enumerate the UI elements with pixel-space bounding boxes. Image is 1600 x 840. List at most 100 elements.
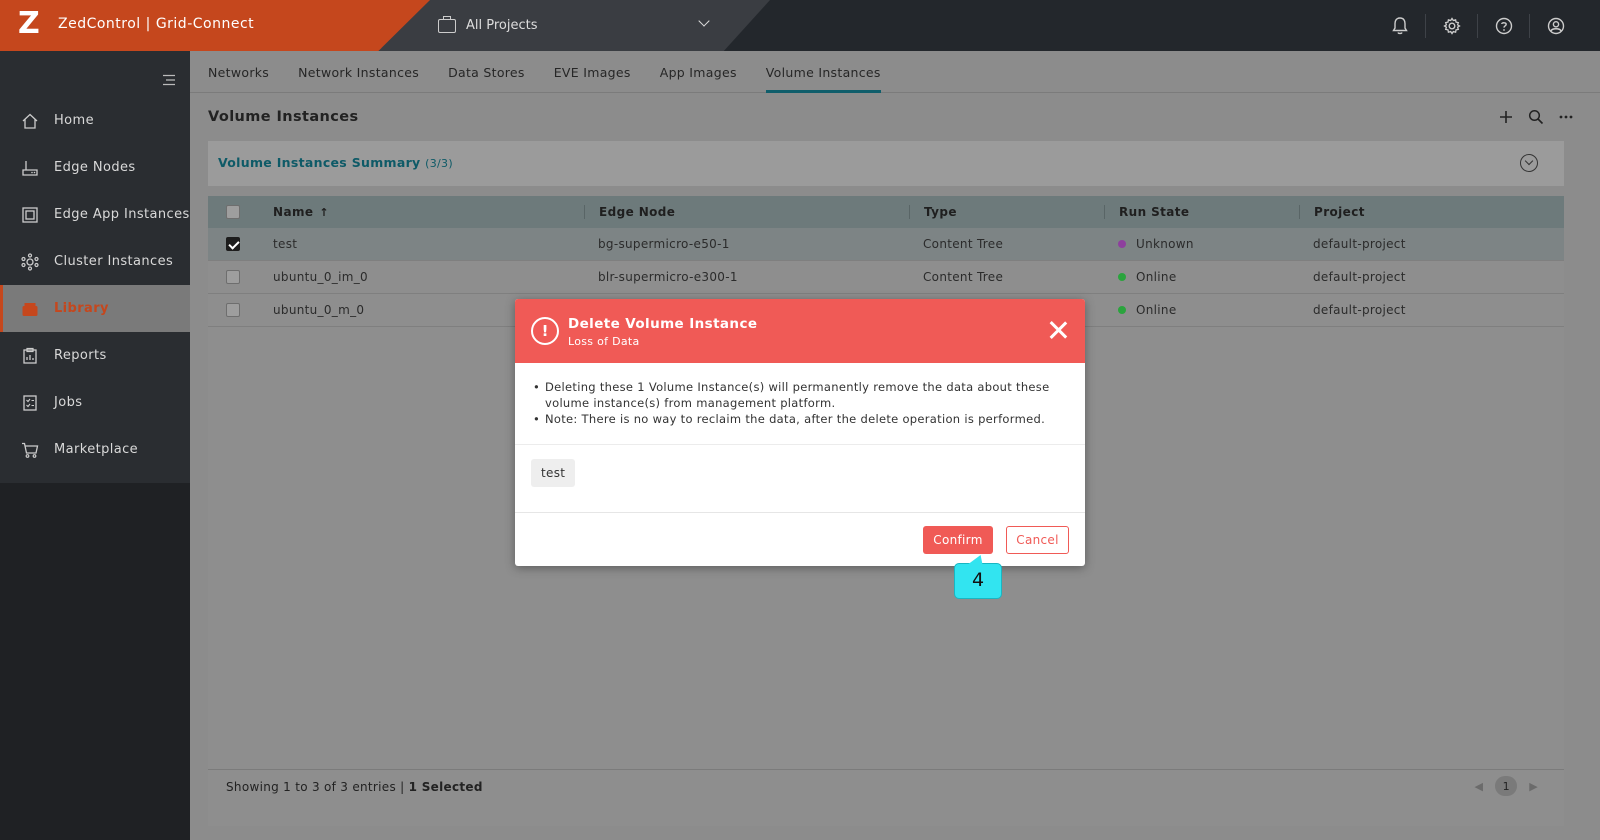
tab-eve-images[interactable]: EVE Images [554, 51, 631, 93]
warning-bullet: Deleting these 1 Volume Instance(s) will… [531, 379, 1069, 411]
column-run-state[interactable]: Run State [1104, 205, 1299, 219]
cell-edge-node: blr-supermicro-e300-1 [598, 270, 738, 284]
row-checkbox[interactable] [226, 270, 240, 284]
table-footer: Showing 1 to 3 of 3 entries | 1 Selected… [208, 769, 1564, 801]
cell-name[interactable]: test [260, 237, 584, 251]
sidebar-item-label: Edge Nodes [54, 160, 136, 175]
home-icon [20, 111, 40, 131]
app-title: ZedControl | Grid-Connect [58, 16, 255, 32]
cell-run-state: Online [1104, 270, 1299, 284]
cell-project: default-project [1313, 270, 1406, 284]
tab-volume-instances[interactable]: Volume Instances [765, 51, 881, 93]
search-icon[interactable] [1528, 109, 1544, 129]
sidebar-item-label: Jobs [54, 395, 83, 410]
sidebar-item-label: Cluster Instances [54, 254, 174, 269]
tab-app-images[interactable]: App Images [660, 51, 737, 93]
sort-ascending-icon[interactable]: ↑ [319, 206, 329, 219]
status-dot [1118, 306, 1126, 314]
pagination: ◀ 1 ▶ [1474, 776, 1538, 796]
cell-run-state: Unknown [1104, 237, 1299, 251]
table-row[interactable]: test bg-supermicro-e50-1 Content Tree Un… [208, 228, 1564, 261]
summary-title-text: Volume Instances Summary [218, 155, 421, 170]
cart-icon [20, 440, 40, 460]
run-state-label: Online [1136, 270, 1177, 284]
summary-bar[interactable]: Volume Instances Summary (3/3) [208, 141, 1564, 186]
sidebar-item-marketplace[interactable]: Marketplace [0, 426, 190, 473]
user-icon[interactable] [1530, 14, 1582, 38]
more-options-icon[interactable] [1558, 109, 1574, 129]
select-all-checkbox[interactable] [226, 205, 240, 219]
step-callout: 4 [954, 563, 1002, 599]
selected-count: 1 Selected [408, 780, 483, 794]
row-checkbox-cell [208, 303, 260, 317]
top-icons [1374, 14, 1582, 38]
bell-icon[interactable] [1374, 14, 1426, 38]
library-icon [20, 299, 40, 319]
briefcase-icon [438, 15, 456, 33]
dialog-subtitle: Loss of Data [568, 335, 640, 348]
sidebar-item-label: Home [54, 113, 94, 128]
close-icon[interactable] [1047, 319, 1069, 341]
sidebar-item-edge-nodes[interactable]: Edge Nodes [0, 144, 190, 191]
row-checkbox-cell [208, 237, 260, 251]
row-checkbox[interactable] [226, 303, 240, 317]
page-title: Volume Instances [208, 109, 359, 125]
tab-data-stores[interactable]: Data Stores [448, 51, 525, 93]
dialog-header: ! Delete Volume Instance Loss of Data [515, 299, 1085, 363]
sidebar-item-cluster-instances[interactable]: Cluster Instances [0, 238, 190, 285]
next-page-icon[interactable]: ▶ [1529, 780, 1538, 793]
expand-summary-icon[interactable] [1520, 154, 1538, 172]
delete-volume-instance-dialog: ! Delete Volume Instance Loss of Data De… [515, 299, 1085, 566]
summary-count: (3/3) [425, 157, 453, 170]
table-row[interactable]: ubuntu_0_im_0 blr-supermicro-e300-1 Cont… [208, 261, 1564, 294]
sidebar-item-jobs[interactable]: Jobs [0, 379, 190, 426]
prev-page-icon[interactable]: ◀ [1474, 780, 1483, 793]
cell-name[interactable]: ubuntu_0_im_0 [260, 270, 584, 284]
sidebar-item-edge-app-instances[interactable]: Edge App Instances [0, 191, 190, 238]
app-instance-icon [20, 205, 40, 225]
sidebar-item-library[interactable]: Library [0, 285, 190, 332]
cell-type: Content Tree [923, 270, 1004, 284]
column-type[interactable]: Type [909, 205, 1104, 219]
confirm-button[interactable]: Confirm [923, 526, 993, 554]
tab-networks[interactable]: Networks [208, 51, 269, 93]
help-icon[interactable] [1478, 14, 1530, 38]
cell-run-state: Online [1104, 303, 1299, 317]
tab-network-instances[interactable]: Network Instances [298, 51, 419, 93]
entries-summary: Showing 1 to 3 of 3 entries | 1 Selected [226, 780, 483, 794]
warning-bullet: Note: There is no way to reclaim the dat… [531, 411, 1069, 427]
edge-node-icon [20, 158, 40, 178]
gear-icon[interactable] [1426, 14, 1478, 38]
logo[interactable]: Z [18, 9, 42, 39]
sidebar-item-reports[interactable]: Reports [0, 332, 190, 379]
cell-type: Content Tree [923, 237, 1004, 251]
cell-project: default-project [1313, 237, 1406, 251]
top-bar: Z ZedControl | Grid-Connect All Projects [0, 0, 1600, 51]
status-dot [1118, 273, 1126, 281]
add-icon[interactable] [1498, 109, 1514, 129]
cancel-button[interactable]: Cancel [1006, 526, 1069, 554]
row-checkbox[interactable] [226, 237, 240, 251]
project-selector[interactable]: All Projects [438, 12, 710, 39]
column-name[interactable]: Name ↑ [260, 205, 584, 219]
alert-icon: ! [531, 317, 559, 345]
sidebar-nav: Home Edge Nodes Edge App Instances Clust… [0, 97, 190, 473]
sidebar-item-label: Reports [54, 348, 107, 363]
page-number[interactable]: 1 [1495, 776, 1518, 796]
sidebar-item-label: Edge App Instances [54, 207, 190, 222]
collapse-sidebar-icon[interactable] [162, 71, 176, 90]
library-tabs: Networks Network Instances Data Stores E… [190, 51, 1600, 93]
table-header: Name ↑ Edge Node Type Run State Project [208, 196, 1564, 228]
sidebar-item-home[interactable]: Home [0, 97, 190, 144]
jobs-icon [20, 393, 40, 413]
page-actions [1498, 109, 1574, 129]
summary-title: Volume Instances Summary (3/3) [218, 155, 453, 170]
dialog-message: Deleting these 1 Volume Instance(s) will… [515, 363, 1085, 445]
sidebar-item-label: Library [54, 301, 109, 316]
column-project[interactable]: Project [1299, 205, 1564, 219]
dialog-title: Delete Volume Instance [568, 316, 758, 332]
cell-edge-node: bg-supermicro-e50-1 [598, 237, 730, 251]
column-edge-node[interactable]: Edge Node [584, 205, 909, 219]
select-all-cell [208, 205, 260, 219]
run-state-label: Unknown [1136, 237, 1194, 251]
